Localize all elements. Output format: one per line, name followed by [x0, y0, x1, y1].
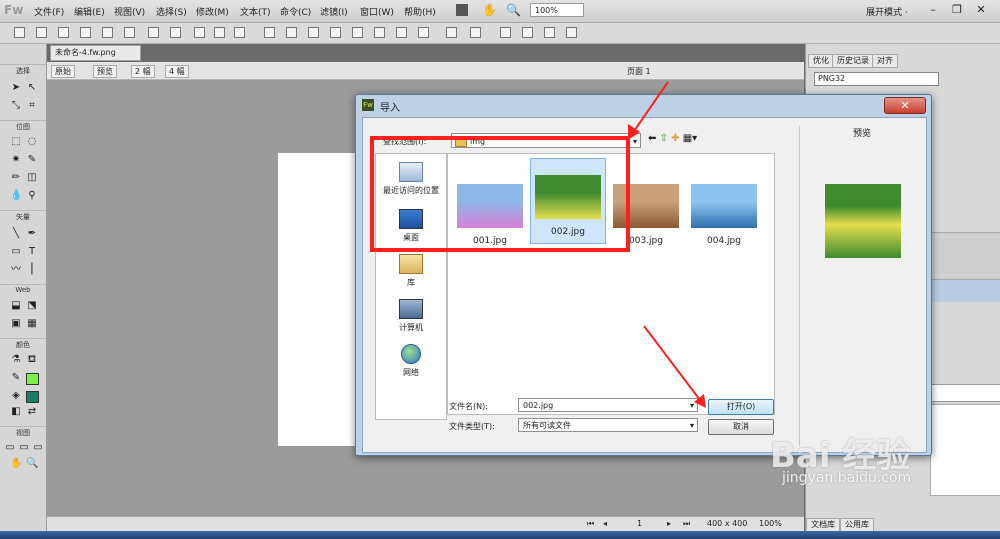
os-taskbar [0, 531, 1000, 539]
watermark-url: jingyan.baidu.com [782, 470, 912, 486]
annotation-arrow-top [631, 81, 669, 135]
annotation-arrow-bottom [643, 325, 701, 401]
